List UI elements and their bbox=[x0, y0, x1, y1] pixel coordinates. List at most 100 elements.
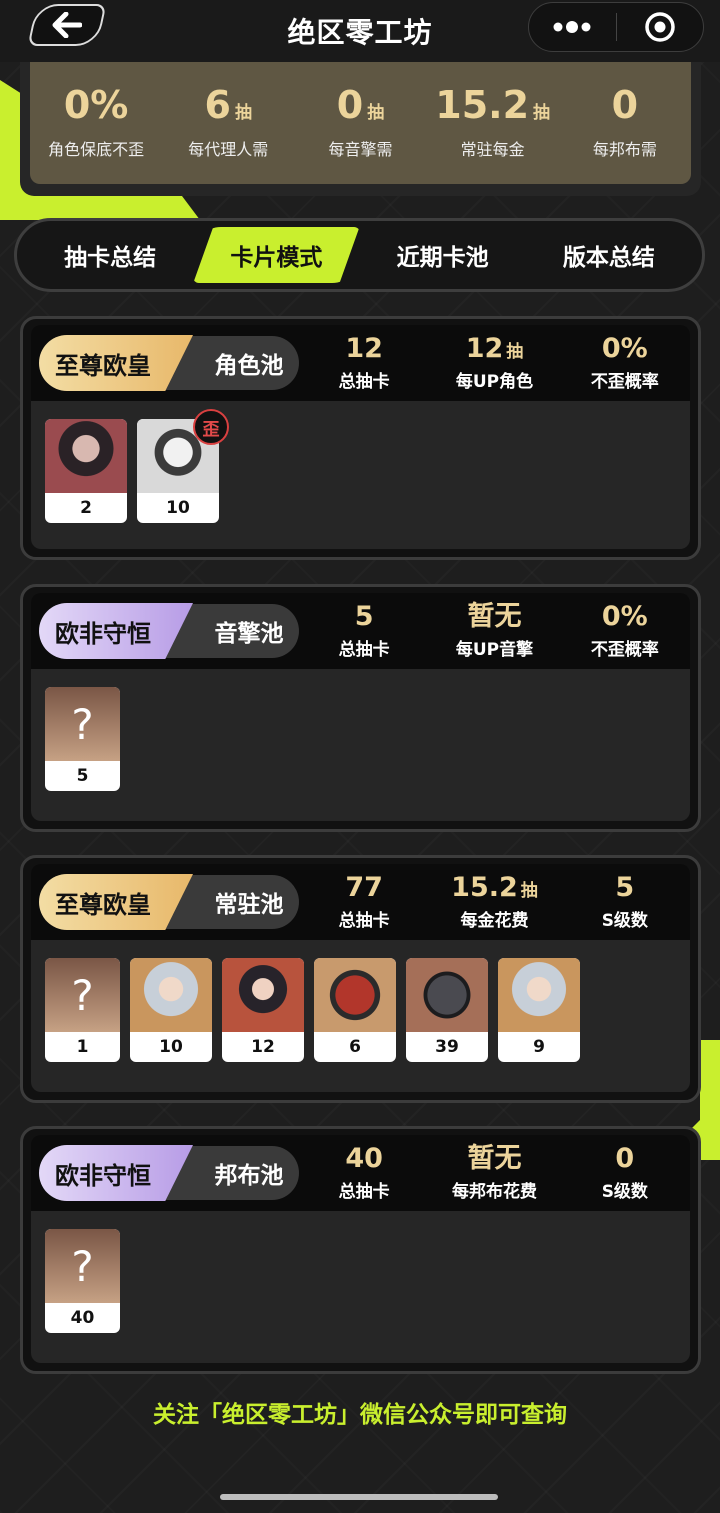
pool-stats: 5 总抽卡 暂无 每UP音擎 0% 不歪概率 bbox=[299, 600, 690, 661]
summary-stat: 15.2 抽常驻每金 bbox=[430, 86, 556, 160]
pool-card-list: ? 1 10 12 6 39 9 bbox=[31, 940, 690, 1092]
pool-stat-value: 0 bbox=[560, 1143, 690, 1174]
summary-stat-number: 0% bbox=[63, 83, 129, 127]
card-item[interactable]: 6 bbox=[314, 958, 396, 1062]
summary-stat: 0 每邦布需 bbox=[562, 86, 688, 160]
mode-tabs: 抽卡总结 卡片模式 近期卡池 版本总结 bbox=[14, 218, 705, 292]
pull-card: 6 bbox=[314, 958, 396, 1062]
pool-card: 邦布池 欧非守恒 40 总抽卡 暂无 每邦布花费 0 S级数? 40 bbox=[20, 1126, 701, 1374]
character-portrait bbox=[406, 958, 488, 1032]
more-button[interactable] bbox=[529, 3, 616, 51]
pool-card: 角色池 至尊欧皇 12 总抽卡 12 抽每UP角色 0% 不歪概率 2 10 歪 bbox=[20, 316, 701, 560]
character-portrait bbox=[498, 958, 580, 1032]
pool-stat-label: S级数 bbox=[601, 911, 648, 932]
pool-stat-label: 不歪概率 bbox=[590, 372, 659, 393]
pull-card: 9 bbox=[498, 958, 580, 1062]
summary-stat-number: 15.2 bbox=[435, 83, 530, 127]
tab-3[interactable]: 近期卡池 bbox=[360, 227, 526, 283]
summary-stat-label: 常驻每金 bbox=[460, 140, 525, 159]
card-pull-count: 5 bbox=[76, 766, 89, 786]
pool-stat-value: 暂无 bbox=[429, 600, 559, 632]
card-pull-count: 39 bbox=[435, 1037, 459, 1057]
tab-2[interactable]: 卡片模式 bbox=[193, 227, 360, 283]
pool-stat-label: 总抽卡 bbox=[338, 640, 390, 661]
mini-program-capsule bbox=[528, 2, 704, 52]
pool-stats: 40 总抽卡 暂无 每邦布花费 0 S级数 bbox=[299, 1142, 690, 1203]
pool-stat-value: 5 bbox=[299, 600, 429, 632]
pool-stat: 暂无 每邦布花费 bbox=[429, 1142, 559, 1202]
card-pull-count: 10 bbox=[159, 1037, 183, 1057]
pool-badge: 常驻池 至尊欧皇 bbox=[39, 874, 299, 930]
pool-header: 常驻池 至尊欧皇 77 总抽卡 15.2 抽每金花费 5 S级数 bbox=[31, 864, 690, 940]
summary-stat: 0 抽每音擎需 bbox=[297, 86, 423, 160]
summary-stat-value: 15.2 抽 bbox=[430, 86, 556, 124]
pool-stat-number: 40 bbox=[345, 1142, 383, 1174]
pool-card-list: ? 5 bbox=[31, 669, 690, 821]
card-item[interactable]: 9 bbox=[498, 958, 580, 1062]
off-banner-badge: 歪 bbox=[193, 409, 229, 445]
pool-stats: 12 总抽卡 12 抽每UP角色 0% 不歪概率 bbox=[299, 332, 690, 393]
pool-stat-unit: 抽 bbox=[506, 341, 524, 362]
card-item[interactable]: 10 bbox=[130, 958, 212, 1062]
home-indicator bbox=[220, 1494, 498, 1500]
tab-1[interactable]: 抽卡总结 bbox=[27, 227, 193, 283]
footer-note: 关注「绝区零工坊」微信公众号即可查询 bbox=[153, 1402, 567, 1428]
card-pull-count: 10 bbox=[166, 498, 190, 518]
pool-stat-number: 0% bbox=[601, 600, 648, 632]
pool-stats: 77 总抽卡 15.2 抽每金花费 5 S级数 bbox=[299, 871, 690, 932]
pool-stat-value: 5 bbox=[560, 872, 690, 903]
pool-stat-label: 不歪概率 bbox=[590, 640, 659, 661]
card-pull-count: 2 bbox=[80, 498, 92, 518]
back-button[interactable] bbox=[27, 4, 107, 46]
card-item[interactable]: ? 5 bbox=[45, 687, 120, 791]
pool-badge: 音擎池 欧非守恒 bbox=[39, 603, 299, 659]
summary-card: 0% 角色保底不歪 6 抽每代理人需 0 抽每音擎需 15.2 抽常驻每金 0 每邦布需 bbox=[20, 62, 701, 196]
close-button[interactable] bbox=[617, 3, 704, 51]
summary-stat-number: 0 bbox=[611, 83, 639, 127]
pool-stat-number: 15.2 bbox=[451, 871, 518, 903]
pool-stat-number: 0% bbox=[601, 332, 648, 364]
character-portrait bbox=[222, 958, 304, 1032]
pool-stat: 12 抽每UP角色 bbox=[429, 333, 559, 392]
pool-stat: 暂无 每UP音擎 bbox=[429, 600, 559, 660]
character-portrait bbox=[314, 958, 396, 1032]
card-item[interactable]: 12 bbox=[222, 958, 304, 1062]
pool-stat: 5 S级数 bbox=[560, 872, 690, 932]
character-portrait bbox=[45, 419, 127, 493]
pool-stat-number: 暂无 bbox=[467, 1142, 522, 1174]
top-bar: 绝区零工坊 bbox=[0, 0, 720, 62]
summary-stat-unit: 抽 bbox=[367, 103, 385, 123]
summary-stat-value: 0 bbox=[562, 86, 688, 124]
pull-card: 39 bbox=[406, 958, 488, 1062]
pool-stat-unit: 抽 bbox=[520, 880, 538, 901]
pool-stat-value: 40 bbox=[299, 1142, 429, 1174]
pull-card: 12 bbox=[222, 958, 304, 1062]
card-item[interactable]: ? 40 bbox=[45, 1229, 120, 1333]
pool-stat-value: 12 bbox=[299, 333, 429, 364]
pool-card-list: ? 40 bbox=[31, 1211, 690, 1363]
card-item[interactable]: 39 bbox=[406, 958, 488, 1062]
summary-stat-number: 0 bbox=[336, 83, 364, 127]
pool-stat-label: 每金花费 bbox=[460, 911, 529, 932]
pool-stat-number: 5 bbox=[354, 600, 374, 632]
pool-stat-label: 总抽卡 bbox=[338, 1182, 390, 1203]
pool-stat-value: 暂无 bbox=[429, 1142, 559, 1174]
summary-stat-label: 每代理人需 bbox=[188, 140, 269, 159]
pull-card: ? 40 bbox=[45, 1229, 120, 1333]
more-dots-icon bbox=[553, 21, 591, 33]
card-pull-count: 6 bbox=[349, 1037, 361, 1057]
pool-stat-number: 暂无 bbox=[467, 600, 522, 632]
pool-badge: 角色池 至尊欧皇 bbox=[39, 335, 299, 391]
card-pull-count: 1 bbox=[76, 1037, 89, 1057]
summary-stat-unit: 抽 bbox=[235, 103, 252, 123]
card-item[interactable]: ? 1 bbox=[45, 958, 120, 1062]
pool-stat-label: 总抽卡 bbox=[338, 911, 390, 932]
pool-stat-value: 12 抽 bbox=[429, 333, 559, 364]
pool-stat: 5 总抽卡 bbox=[299, 600, 429, 661]
pool-header: 角色池 至尊欧皇 12 总抽卡 12 抽每UP角色 0% 不歪概率 bbox=[31, 325, 690, 401]
summary-stat-number: 6 bbox=[204, 83, 231, 127]
card-item[interactable]: 2 bbox=[45, 419, 127, 523]
pool-card: 常驻池 至尊欧皇 77 总抽卡 15.2 抽每金花费 5 S级数? 1 10 12 6 39 9 bbox=[20, 855, 701, 1103]
tab-4[interactable]: 版本总结 bbox=[526, 227, 692, 283]
card-item[interactable]: 10 歪 bbox=[137, 409, 229, 523]
